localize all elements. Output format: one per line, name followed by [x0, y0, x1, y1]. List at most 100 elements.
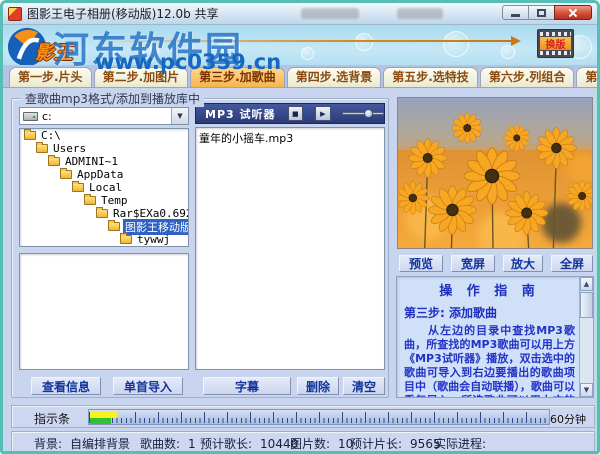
- folder-icon: [60, 168, 72, 179]
- tab-step6-arrange[interactable]: 第六步.列组合: [479, 67, 575, 87]
- photo-length-bar: [90, 418, 111, 424]
- folder-icon: [36, 142, 48, 153]
- tree-item[interactable]: AppData: [20, 168, 188, 181]
- close-button[interactable]: [554, 5, 592, 20]
- mp3-player-title: MP3 试听器: [205, 107, 276, 121]
- song-length-bar: [90, 411, 117, 418]
- tree-item[interactable]: ADMINI~1: [20, 155, 188, 168]
- chevron-down-icon[interactable]: ▼: [171, 108, 188, 124]
- banner: 影王 换版: [3, 25, 597, 65]
- film-strip-icon[interactable]: 换版: [537, 29, 574, 58]
- folder-icon: [24, 129, 36, 140]
- indicator-label: 指示条: [34, 412, 71, 426]
- tree-item-selected[interactable]: 图影王移动版v12.0b: [20, 218, 188, 235]
- maximize-icon: [537, 8, 546, 17]
- preview-button[interactable]: 预览: [399, 255, 443, 272]
- scroll-down-icon: ▼: [583, 386, 590, 394]
- bubble-decoration: [501, 45, 515, 59]
- folder-icon: [48, 155, 60, 166]
- blurred-area: [301, 8, 359, 19]
- subtitle-button[interactable]: 字幕: [203, 377, 291, 395]
- bubble-decoration: [443, 31, 469, 57]
- clear-button[interactable]: 清空: [343, 377, 385, 395]
- tab-step2-add-photos[interactable]: 第二步.加图片: [93, 67, 189, 87]
- scroll-up-icon: ▲: [583, 280, 590, 288]
- play-icon: ▶: [320, 109, 326, 118]
- tree-item[interactable]: C:\: [20, 129, 188, 142]
- arrow-decoration: [98, 40, 513, 42]
- window-title: 图影王电子相册(移动版)12.0b 共享: [27, 7, 219, 21]
- drive-value: c:: [42, 109, 52, 123]
- view-info-button[interactable]: 查看信息: [31, 377, 101, 395]
- flower-photo: [398, 98, 592, 248]
- maximize-button[interactable]: [528, 5, 555, 20]
- title-bar: 图影王电子相册(移动版)12.0b 共享: [3, 3, 597, 25]
- arrow-head-decoration: [511, 36, 521, 46]
- timeline-ruler: [88, 409, 550, 425]
- file-listbox[interactable]: [19, 253, 189, 370]
- guide-scrollbar[interactable]: ▲ ▼: [579, 277, 593, 397]
- scroll-down-button[interactable]: ▼: [580, 383, 593, 397]
- folder-icon: [120, 233, 132, 244]
- guide-body-text: 从左边的目录中查找MP3歌曲，所查找的MP3歌曲可以用上方《MP3试听器》播放，…: [404, 324, 575, 397]
- tab-step5-effects[interactable]: 第五步.选特技: [383, 67, 478, 87]
- scrollbar-thumb[interactable]: [580, 292, 593, 318]
- logo-text: 影王: [35, 42, 74, 64]
- import-single-button[interactable]: 单首导入: [113, 377, 183, 395]
- status-bar: 背景: 自编排背景 歌曲数: 1 预计歌长: 10440 图片数: 10 预计片长: 95…: [11, 431, 595, 451]
- photo-preview: [397, 97, 593, 249]
- delete-button[interactable]: 删除: [297, 377, 339, 395]
- status-song-length: 预计歌长: 10440: [200, 437, 299, 451]
- bubble-decoration: [355, 33, 373, 51]
- fullscreen-button[interactable]: 全屏: [551, 255, 593, 272]
- song-item[interactable]: 童年的小摇车.mp3: [196, 128, 384, 148]
- tree-item[interactable]: Temp: [20, 194, 188, 207]
- zoom-in-button[interactable]: 放大: [503, 255, 543, 272]
- status-background: 背景: 自编排背景: [34, 437, 131, 451]
- step-tab-bar: 第一步.片头 第二步.加图片 第三步.加歌曲 第四步.选背景 第五步.选特技 第…: [3, 65, 597, 88]
- play-button[interactable]: ▶: [315, 106, 331, 121]
- tree-item[interactable]: Local: [20, 181, 188, 194]
- app-window: 图影王电子相册(移动版)12.0b 共享 影王 换版 河东软件园 www.pc0…: [0, 0, 600, 454]
- song-playlist[interactable]: 童年的小摇车.mp3: [195, 127, 385, 370]
- indicator-panel: 指示条 60分钟: [11, 405, 595, 428]
- minimize-button[interactable]: [502, 5, 529, 20]
- stop-icon: ■: [291, 109, 299, 118]
- minimize-icon: [511, 14, 520, 17]
- volume-thumb[interactable]: [363, 109, 373, 118]
- status-film-length: 预计片长: 9565: [350, 437, 441, 451]
- tree-item[interactable]: Users: [20, 142, 188, 155]
- stop-button[interactable]: ■: [287, 106, 304, 121]
- app-icon: [8, 6, 22, 21]
- drive-selector[interactable]: c: ▼: [19, 107, 189, 125]
- status-photo-count: 图片数: 10: [290, 437, 354, 451]
- guide-title: 操 作 指 南: [439, 284, 540, 299]
- bubble-decoration: [111, 51, 121, 61]
- operation-guide-panel: 操 作 指 南 第三步: 添加歌曲 从左边的目录中查找MP3歌曲，所查找的MP3…: [396, 276, 594, 398]
- tab-step3-add-songs[interactable]: 第三步.加歌曲: [190, 67, 285, 87]
- mp3-player-bar: MP3 试听器 ■ ▶: [195, 103, 385, 124]
- duration-label: 60分钟: [550, 413, 586, 426]
- guide-content: 操 作 指 南 第三步: 添加歌曲 从左边的目录中查找MP3歌曲，所查找的MP3…: [397, 277, 579, 397]
- folder-icon: [72, 181, 84, 192]
- scroll-up-button[interactable]: ▲: [580, 277, 593, 291]
- widescreen-button[interactable]: 宽屏: [451, 255, 495, 272]
- volume-slider[interactable]: [341, 106, 384, 121]
- guide-step-title: 第三步: 添加歌曲: [404, 306, 497, 320]
- film-badge-label: 换版: [540, 37, 571, 51]
- tab-step1-intro[interactable]: 第一步.片头: [9, 67, 92, 87]
- blurred-area: [397, 8, 443, 19]
- volume-groove: [341, 112, 384, 115]
- tab-step7-convert[interactable]: 第七步.转影片: [576, 67, 597, 87]
- ruler-major-ticks: [89, 412, 549, 423]
- bubble-decoration: [143, 43, 159, 59]
- folder-icon: [84, 194, 96, 205]
- drive-icon: [23, 111, 38, 121]
- folder-icon: [108, 220, 120, 231]
- directory-tree[interactable]: C:\ Users ADMINI~1 AppData Local Temp Ra…: [19, 128, 189, 247]
- tab-step4-background[interactable]: 第四步.选背景: [286, 67, 382, 87]
- status-song-count: 歌曲数: 1: [140, 437, 196, 451]
- tree-item[interactable]: tywwj: [20, 233, 188, 246]
- groupbox-title: 查歌曲mp3格式/添加到播放库中: [21, 90, 204, 107]
- folder-icon: [96, 207, 108, 218]
